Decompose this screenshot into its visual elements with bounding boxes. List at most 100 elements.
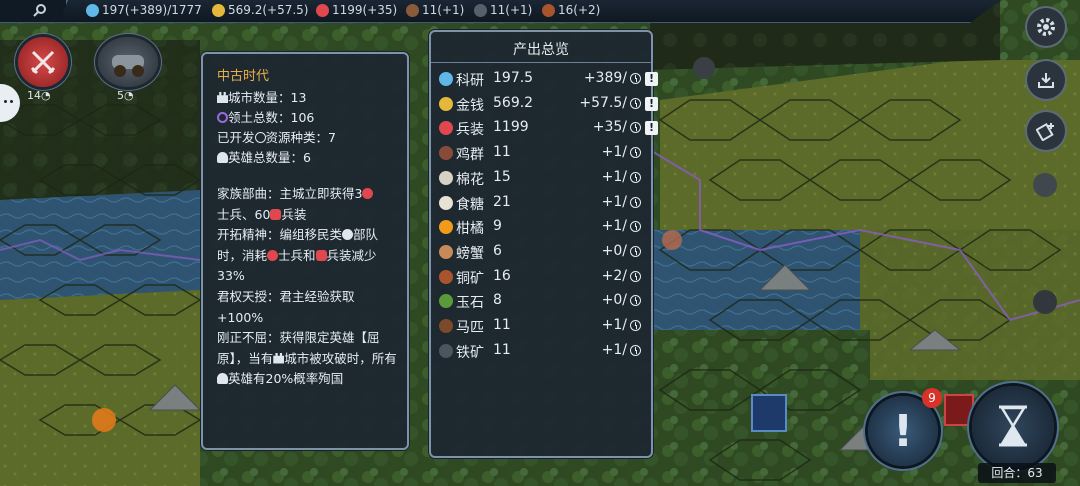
row-value: 11 [493, 341, 511, 358]
chat-icon [4, 100, 7, 103]
trait-upright: 刚正不屈：获得限定英雄【屈原】，当有 城市被攻破时，所有英雄有20%概率殉国 [217, 330, 397, 386]
row-value: 16 [493, 267, 511, 284]
hero-icon [217, 152, 228, 163]
territory-icon [217, 112, 228, 123]
trait-pioneer: 开拓精神：编组移民类 部队时，消耗 士兵和 兵装减少33% [217, 227, 379, 283]
search-icon [33, 4, 46, 17]
soldier-icon [362, 188, 374, 199]
row-increment: +0/ [601, 292, 627, 309]
chicken-icon [406, 3, 419, 17]
settings-button[interactable] [1027, 8, 1065, 46]
castle-icon [217, 92, 228, 103]
turn-icon [630, 73, 641, 84]
chicken-icon [439, 146, 453, 161]
output-row-chicken[interactable]: 鸡群 11 +1/ [439, 143, 649, 165]
hourglass-icon [999, 405, 1027, 447]
equipment-icon [316, 3, 329, 17]
crossed-swords-icon [30, 50, 56, 75]
warning-icon[interactable]: ! [645, 96, 658, 111]
turn-icon [630, 147, 641, 159]
crab-icon [439, 244, 453, 259]
output-overview-panel: 产出总览 科研 197.5 +389/! 金钱 569.2 +57.5/! 兵装 1199 +3… [429, 30, 658, 458]
output-row-orange[interactable]: 柑橘 9 +1/ [439, 217, 649, 239]
soldier-icon [267, 249, 279, 261]
war-button[interactable] [18, 37, 68, 87]
resource-gold[interactable]: 569.2(+57.5) [212, 3, 309, 17]
resource-chicken[interactable]: 11(+1) [406, 3, 464, 17]
row-name: 玉石 [456, 295, 484, 312]
output-row-sugar[interactable]: 食糖 21 +1/ [439, 193, 649, 215]
resource-bar: 197(+389)/1777 569.2(+57.5) 1199(+35) 11… [0, 0, 1000, 23]
row-increment: +1/ [601, 193, 627, 210]
row-increment: +2/ [601, 267, 627, 284]
output-row-jade[interactable]: 玉石 8 +0/ [439, 291, 649, 313]
row-name: 铜矿 [456, 270, 484, 287]
hero-icon [217, 373, 228, 384]
science-icon [86, 3, 99, 17]
row-value: 1199 [493, 119, 529, 136]
gold-icon [212, 3, 225, 17]
turn-icon [630, 344, 641, 356]
turn-icon [630, 221, 641, 233]
row-increment: +389/ [583, 70, 627, 86]
trait-clan: 家族部曲：主城立即获得3 士兵、60 兵装 [217, 184, 399, 225]
resource-check-icon [254, 132, 266, 143]
row-value: 9 [493, 218, 502, 235]
territory-count: 领土总数：106 [217, 107, 314, 126]
row-value: 11 [493, 317, 511, 333]
row-value: 21 [493, 193, 511, 210]
output-row-cotton[interactable]: 棉花 15 +1/ [439, 168, 649, 190]
resource-science[interactable]: 197(+389)/1777 [86, 3, 202, 17]
trait-divine: 君权天授：君主经验获取+100% [217, 289, 355, 325]
turn-icon [630, 295, 641, 307]
output-row-equipment[interactable]: 兵装 1199 +35/! [439, 118, 658, 140]
output-row-science[interactable]: 科研 197.5 +389/! [439, 69, 658, 91]
turn-icon [630, 171, 641, 183]
output-row-crab[interactable]: 螃蟹 6 +0/ [439, 242, 649, 264]
end-turn-button[interactable] [972, 386, 1054, 468]
equipment-icon [439, 121, 453, 136]
iron-icon [474, 3, 487, 17]
copper-icon [439, 269, 453, 284]
row-increment: +57.5/ [579, 94, 627, 111]
policy-button[interactable] [1027, 112, 1065, 150]
orange-icon [439, 220, 453, 235]
row-name: 金钱 [456, 97, 484, 114]
warning-icon[interactable]: ! [645, 121, 658, 136]
era-info-panel: 中古时代 城市数量：13 领土总数：106 已开发 资源种类：7 英雄总数量：6 … [201, 52, 409, 450]
resource-equipment[interactable]: 1199(+35) [316, 3, 397, 17]
output-row-iron[interactable]: 铁矿 11 +1/ [439, 341, 649, 363]
jade-icon [439, 294, 453, 309]
divider [431, 62, 651, 63]
castle-icon [273, 352, 285, 364]
search-button[interactable] [0, 0, 68, 22]
output-row-gold[interactable]: 金钱 569.2 +57.5/! [439, 94, 658, 116]
cannon-icon [112, 55, 144, 77]
resource-copper[interactable]: 16(+2) [542, 3, 600, 17]
download-icon [1038, 73, 1054, 88]
row-name: 棉花 [456, 171, 484, 188]
warning-icon[interactable]: ! [645, 72, 658, 86]
copper-icon [542, 3, 555, 17]
save-button[interactable] [1027, 61, 1065, 99]
row-name: 食糖 [456, 196, 484, 213]
output-row-horse[interactable]: 马匹 11 +1/ [439, 316, 649, 338]
cotton-icon [439, 170, 453, 185]
gear-icon [1037, 18, 1055, 36]
unit-turn-count: 5◔ [117, 89, 134, 102]
sugar-icon [439, 195, 453, 210]
row-increment: +35/ [592, 119, 627, 136]
equipment-icon [315, 249, 327, 261]
resource-iron[interactable]: 11(+1) [474, 3, 532, 17]
unit-button[interactable] [98, 37, 158, 87]
turn-icon [630, 320, 641, 331]
resource-types: 已开发 资源种类：7 [217, 130, 336, 145]
turn-icon [630, 270, 641, 282]
horse-icon [439, 319, 453, 333]
row-increment: +1/ [601, 218, 627, 235]
row-name: 柑橘 [456, 221, 484, 238]
science-icon [439, 72, 453, 86]
output-row-copper[interactable]: 铜矿 16 +2/ [439, 267, 649, 289]
row-value: 15 [493, 168, 511, 185]
row-increment: +0/ [601, 242, 627, 259]
